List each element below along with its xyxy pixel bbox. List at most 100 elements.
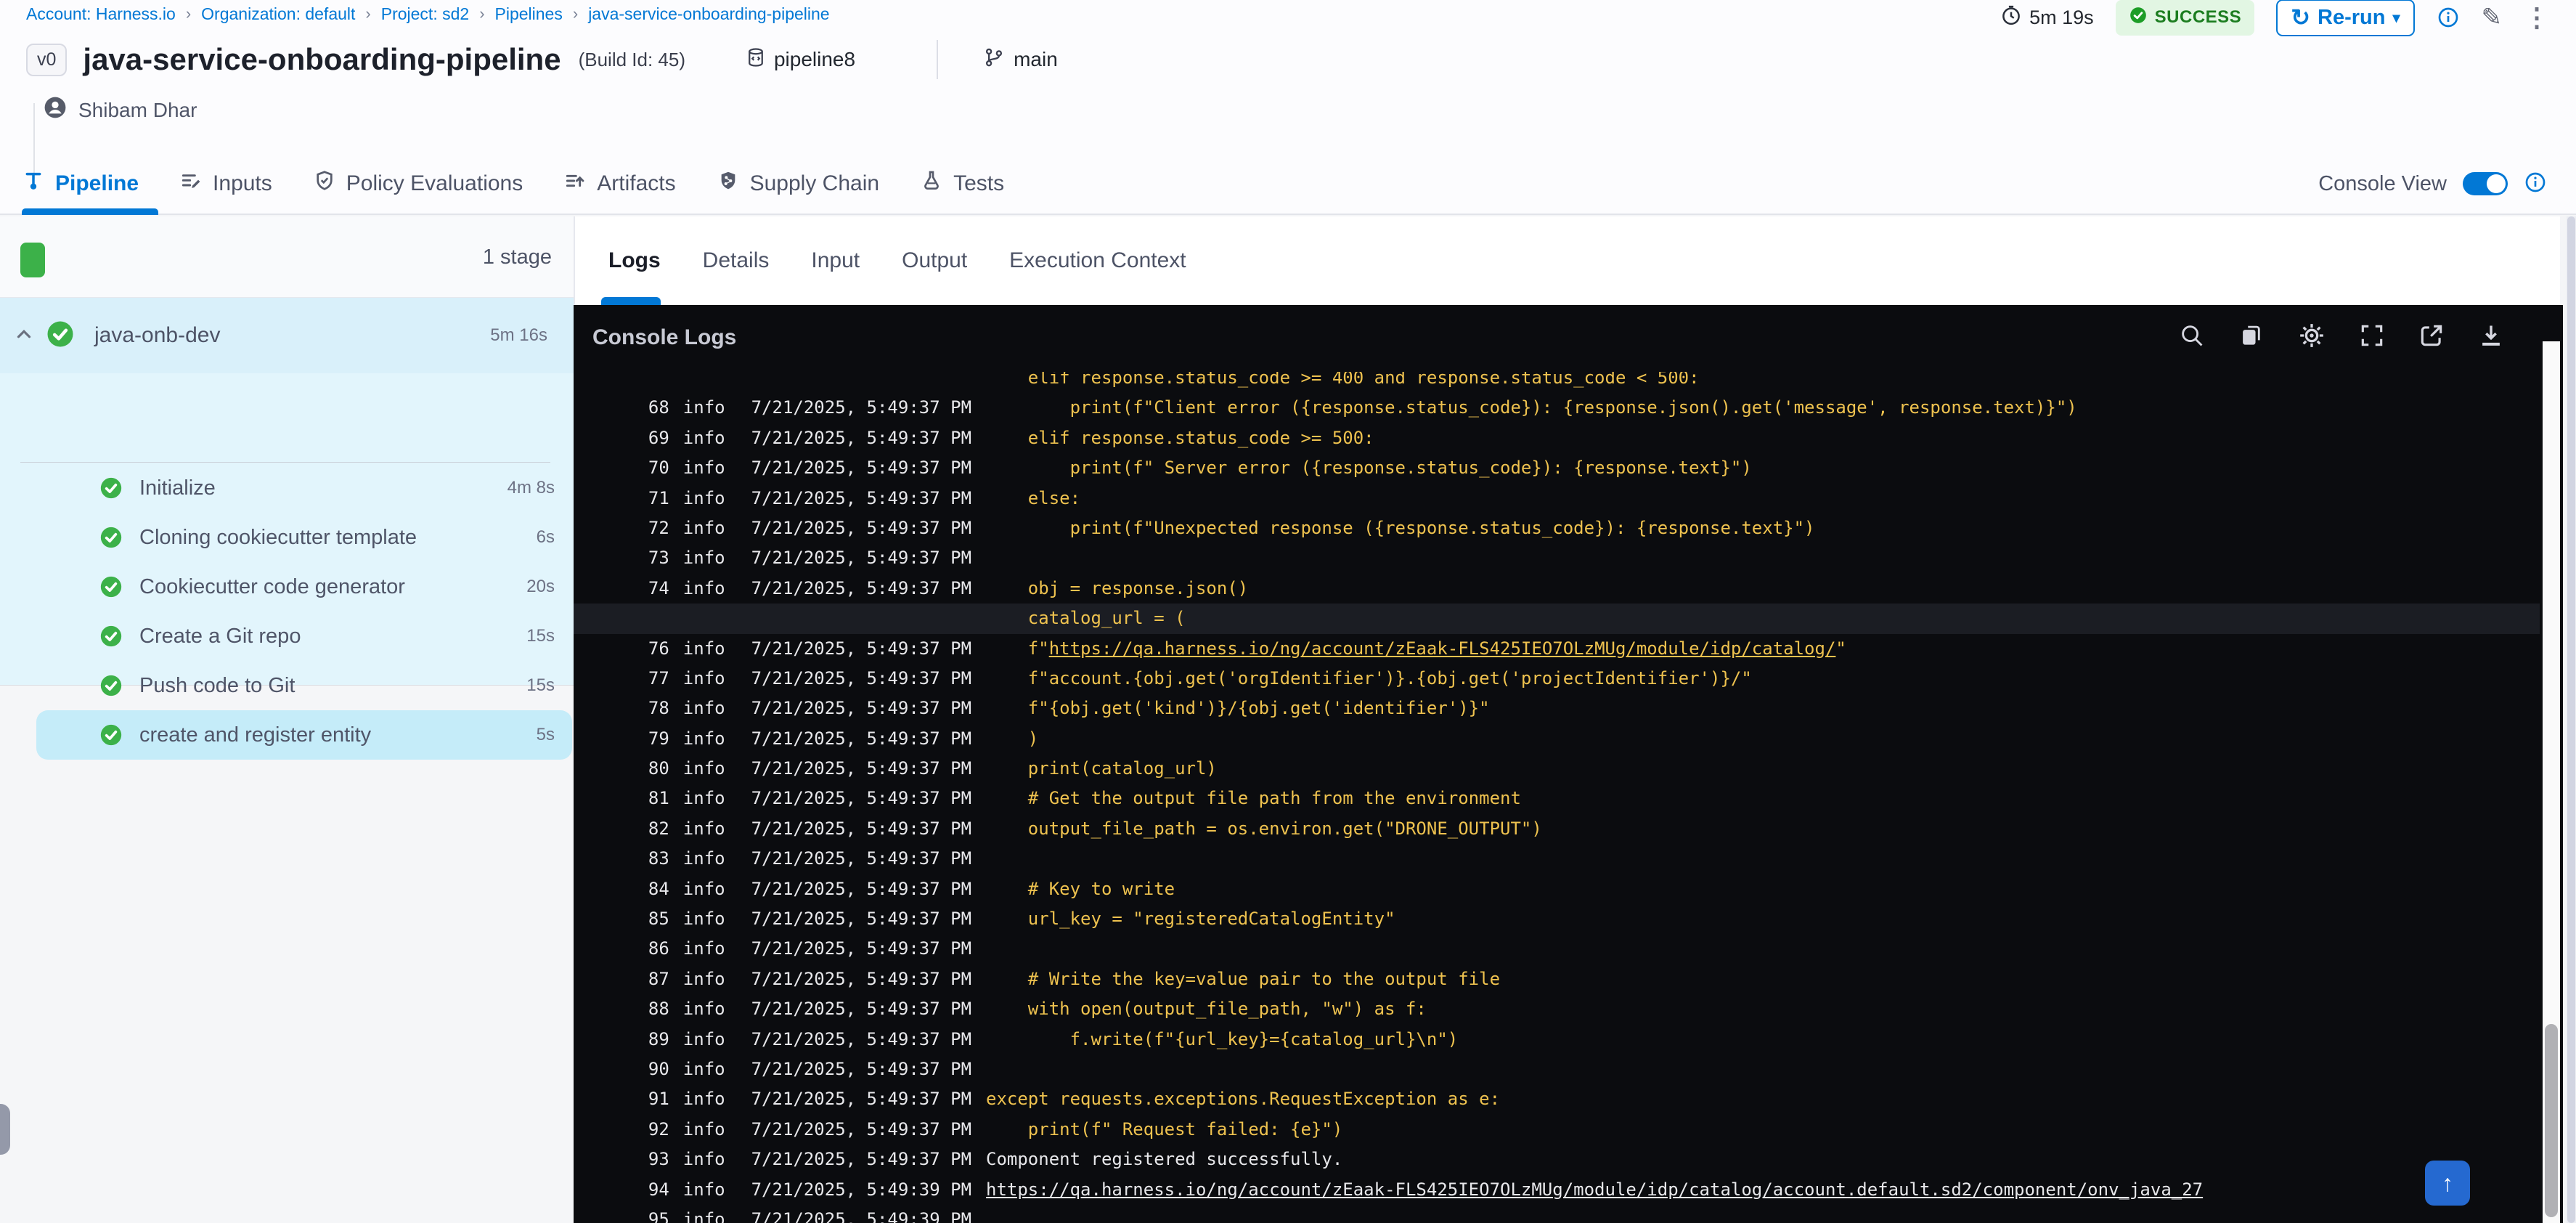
console-scrollbar-thumb[interactable]	[2545, 1024, 2558, 1217]
rerun-button[interactable]: ↻ Re-run ▾	[2276, 0, 2415, 36]
log-row: 70 info 7/21/2025, 5:49:37 PM elif respons…	[574, 423, 2540, 478]
chevron-down-icon: ▾	[2392, 9, 2400, 26]
fullscreen-icon[interactable]	[2358, 322, 2386, 349]
tab-supply-chain[interactable]: Supply Chain	[717, 169, 879, 198]
pipeline-execution-page: Account: Harness.io › Organization: defaul…	[0, 0, 2576, 1223]
execution-sidebar: 1 stage java-onb-dev 5m 16s Initialize 4…	[0, 216, 574, 1223]
log-row: 91 info 7/21/2025, 5:49:37 PM	[574, 1055, 2540, 1109]
step-label: Cloning cookiecutter template	[139, 525, 417, 549]
log-message: output_file_path = os.environ.get("DRONE…	[986, 818, 1542, 839]
console-header: Console Logs	[574, 305, 2563, 372]
log-message: print(catalog_url)	[986, 758, 1217, 779]
log-message: url_key = "registeredCatalogEntity"	[986, 909, 1395, 930]
title-row: v0 java-service-onboarding-pipeline (Bui…	[26, 40, 1058, 79]
log-message: )	[986, 728, 1039, 749]
tab-tests[interactable]: Tests	[920, 169, 1004, 198]
supply-chain-icon	[717, 169, 740, 198]
step-row[interactable]: Create a Git repo 15s	[36, 612, 572, 661]
pipeline-icon	[22, 169, 45, 198]
log-row: 82 info 7/21/2025, 5:49:37 PM # Get the ou…	[574, 784, 2540, 838]
log-message: obj = response.json()	[986, 577, 1249, 598]
log-row: 69 info 7/21/2025, 5:49:37 PM print(f"Clie…	[574, 393, 2540, 447]
log-row: 84 info 7/21/2025, 5:49:37 PM	[574, 844, 2540, 899]
log-level: info	[682, 1208, 725, 1223]
breadcrumb-separator: ›	[365, 4, 371, 23]
tab-policy-evaluations[interactable]: Policy Evaluations	[313, 169, 523, 198]
log-row: 86 info 7/21/2025, 5:49:37 PM url_key = "r…	[574, 904, 2540, 959]
console-view-control: Console View	[2318, 166, 2547, 202]
edit-pencil-icon[interactable]: ✎	[2482, 3, 2503, 32]
page-title: java-service-onboarding-pipeline	[83, 42, 561, 76]
chevron-up-icon[interactable]	[13, 323, 35, 349]
log-row: 93 info 7/21/2025, 5:49:37 PM print(f" Req…	[574, 1115, 2540, 1169]
tab-execution-context[interactable]: Execution Context	[1009, 248, 1186, 273]
step-label: Cookiecutter code generator	[139, 574, 405, 598]
scroll-to-top-button[interactable]: ↑	[2425, 1161, 2470, 1206]
version-badge: v0	[26, 43, 68, 76]
tab-logs[interactable]: Logs	[608, 248, 661, 273]
log-link[interactable]: https://qa.harness.io/ng/account/zEaak-F…	[986, 1179, 2203, 1200]
step-row[interactable]: Cloning cookiecutter template 6s	[36, 513, 572, 562]
breadcrumb-item[interactable]: java-service-onboarding-pipeline	[588, 4, 829, 24]
breadcrumb-item[interactable]: Account: Harness.io	[26, 4, 176, 24]
page-scrollbar[interactable]	[2567, 216, 2576, 1223]
stage-count: 1 stage	[482, 245, 552, 269]
sidebar-header: 1 stage	[0, 216, 574, 298]
pipeline-ref-chip[interactable]: pipeline8	[745, 46, 855, 73]
log-link[interactable]: https://qa.harness.io/ng/account/zEaak-F…	[1049, 638, 1836, 659]
tab-input[interactable]: Input	[811, 248, 860, 273]
settings-gear-icon[interactable]	[2297, 321, 2326, 350]
download-icon[interactable]	[2477, 322, 2505, 349]
page-scrollbar-thumb[interactable]	[2567, 216, 2575, 1223]
log-message: elif response.status_code >= 400 and res…	[986, 372, 1700, 388]
search-icon[interactable]	[2178, 322, 2206, 349]
log-row: 77 info 7/21/2025, 5:49:37 PM f"https://qa…	[574, 634, 2540, 688]
left-edge-handle[interactable]	[0, 1104, 10, 1155]
branch-chip[interactable]: main	[983, 46, 1058, 73]
tab-label: Artifacts	[597, 171, 676, 195]
tab-artifacts[interactable]: Artifacts	[563, 169, 676, 198]
tab-inputs[interactable]: Inputs	[179, 169, 272, 198]
tab-details[interactable]: Details	[703, 248, 770, 273]
log-row: 83 info 7/21/2025, 5:49:37 PM output_file_…	[574, 814, 2540, 869]
breadcrumb-item[interactable]: Pipelines	[495, 4, 563, 24]
breadcrumb-item[interactable]: Project: sd2	[381, 4, 469, 24]
inputs-icon	[179, 169, 203, 198]
log-message: f"{obj.get('kind')}/{obj.get('identifier…	[986, 698, 1490, 719]
log-timestamp: 7/21/2025, 5:49:39 PM	[751, 1208, 972, 1223]
breadcrumb-item[interactable]: Organization: default	[201, 4, 355, 24]
log-message: # Get the output file path from the envi…	[986, 788, 1521, 809]
log-row: 75info7/21/2025, 5:49:37 PM obj = respon…	[574, 574, 2540, 628]
step-row[interactable]: Initialize 4m 8s	[36, 463, 572, 513]
step-row[interactable]: create and register entity 5s	[36, 710, 572, 760]
step-success-icon	[99, 525, 123, 550]
more-menu-icon[interactable]: ⋮	[2524, 2, 2550, 33]
duration-text: 5m 19s	[2029, 6, 2094, 28]
open-in-new-icon[interactable]	[2418, 322, 2445, 349]
log-message: f"https://qa.harness.io/ng/account/zEaak…	[986, 638, 1846, 659]
log-message: # Key to write	[986, 878, 1175, 899]
console-view-info-icon[interactable]	[2524, 171, 2547, 198]
console-view-toggle[interactable]	[2463, 172, 2508, 195]
log-message: f.write(f"{url_key}={catalog_url}\n")	[986, 1028, 1459, 1049]
log-message: else:	[986, 487, 1081, 508]
log-row: 68 info 7/21/2025, 5:49:37 PM elif respons…	[574, 372, 2540, 418]
step-row[interactable]: Push code to Git 15s	[36, 661, 572, 710]
log-message: with open(output_file_path, "w") as f:	[986, 999, 1427, 1020]
user-name: Shibam Dhar	[78, 98, 197, 121]
stage-row[interactable]: java-onb-dev 5m 16s	[0, 298, 574, 373]
log-row: 94 info 7/21/2025, 5:49:39 PM Component re…	[574, 1145, 2540, 1199]
log-message: print(f" Request failed: {e}")	[986, 1118, 1343, 1139]
artifacts-icon	[563, 169, 587, 198]
info-icon[interactable]	[2437, 6, 2460, 29]
copy-icon[interactable]	[2238, 322, 2265, 349]
tab-pipeline[interactable]: Pipeline	[22, 169, 139, 198]
log-message: # Write the key=value pair to the output…	[986, 968, 1501, 989]
pipeline-ref-label: pipeline8	[773, 48, 856, 70]
step-label: Create a Git repo	[139, 624, 301, 648]
rerun-label: Re-run	[2318, 5, 2386, 29]
tab-output[interactable]: Output	[902, 248, 967, 273]
step-row[interactable]: Cookiecutter code generator 20s	[36, 562, 572, 612]
log-viewport[interactable]: 68 info 7/21/2025, 5:49:37 PM elif respons…	[574, 372, 2541, 1223]
console-scrollbar[interactable]	[2543, 341, 2560, 1223]
